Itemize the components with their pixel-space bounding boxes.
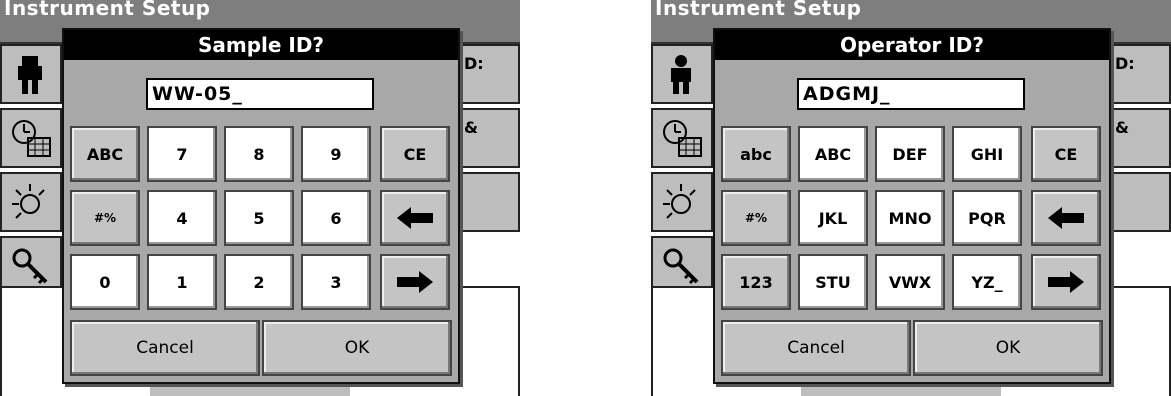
operator-id-screen: Instrument Setup D: & Operator ID? ADGMJ…: [651, 0, 1171, 396]
operator-id-input[interactable]: ADGMJ_: [797, 78, 1025, 110]
key-lowercase-mode[interactable]: abc: [721, 126, 791, 182]
setup-option-right-2[interactable]: &: [1111, 108, 1171, 168]
key-abc-mode[interactable]: ABC: [70, 126, 140, 182]
dialog-title: Operator ID?: [715, 30, 1109, 60]
key-def[interactable]: DEF: [875, 126, 945, 182]
setup-option-right-1[interactable]: D:: [460, 44, 520, 104]
key-9[interactable]: 9: [301, 126, 371, 182]
lamp-icon[interactable]: [0, 172, 62, 232]
operator-icon[interactable]: [651, 44, 713, 104]
setup-option-label: D:: [464, 54, 484, 73]
setup-option-label: &: [1115, 118, 1129, 137]
cursor-forward-button[interactable]: [380, 254, 450, 310]
key-0[interactable]: 0: [70, 254, 140, 310]
clock-calendar-icon[interactable]: [0, 108, 62, 168]
right-arrow-icon: [397, 271, 433, 293]
operator-icon[interactable]: [0, 44, 62, 104]
key-ghi[interactable]: GHI: [952, 126, 1022, 182]
setup-option-label: &: [464, 118, 478, 137]
key-8[interactable]: 8: [224, 126, 294, 182]
key-symbols-mode[interactable]: #%: [721, 190, 791, 246]
key-1[interactable]: 1: [147, 254, 217, 310]
key-pqr[interactable]: PQR: [952, 190, 1022, 246]
backspace-button[interactable]: [1031, 190, 1101, 246]
clear-entry-button[interactable]: CE: [1031, 126, 1101, 182]
setup-option-right-3[interactable]: [460, 172, 520, 232]
key-symbols-mode[interactable]: #%: [70, 190, 140, 246]
key-numeric-mode[interactable]: 123: [721, 254, 791, 310]
key-5[interactable]: 5: [224, 190, 294, 246]
instrument-setup-title: Instrument Setup: [4, 0, 211, 20]
clock-calendar-icon[interactable]: [651, 108, 713, 168]
right-arrow-icon: [1048, 271, 1084, 293]
dialog-title: Sample ID?: [64, 30, 458, 60]
ok-button[interactable]: OK: [262, 320, 452, 376]
cancel-button[interactable]: Cancel: [70, 320, 260, 376]
key-jkl[interactable]: JKL: [798, 190, 868, 246]
key-2[interactable]: 2: [224, 254, 294, 310]
lamp-icon[interactable]: [651, 172, 713, 232]
key-vwx[interactable]: VWX: [875, 254, 945, 310]
sample-id-dialog: Sample ID? WW-05_ ABC 7 8 9 CE #% 4 5 6 …: [62, 28, 460, 384]
key-stu[interactable]: STU: [798, 254, 868, 310]
instrument-setup-title: Instrument Setup: [655, 0, 862, 20]
operator-id-dialog: Operator ID? ADGMJ_ abc ABC DEF GHI CE #…: [713, 28, 1111, 384]
cursor-forward-button[interactable]: [1031, 254, 1101, 310]
key-abc[interactable]: ABC: [798, 126, 868, 182]
key-4[interactable]: 4: [147, 190, 217, 246]
key-mno[interactable]: MNO: [875, 190, 945, 246]
ok-button[interactable]: OK: [913, 320, 1103, 376]
key-yz[interactable]: YZ_: [952, 254, 1022, 310]
cancel-button[interactable]: Cancel: [721, 320, 911, 376]
setup-option-right-1[interactable]: D:: [1111, 44, 1171, 104]
setup-option-right-3[interactable]: [1111, 172, 1171, 232]
sample-id-screen: Instrument Setup D: & Sample ID? WW-05_ …: [0, 0, 520, 396]
sample-id-input[interactable]: WW-05_: [146, 78, 374, 110]
key-6[interactable]: 6: [301, 190, 371, 246]
left-arrow-icon: [397, 207, 433, 229]
clear-entry-button[interactable]: CE: [380, 126, 450, 182]
key-3[interactable]: 3: [301, 254, 371, 310]
setup-option-right-2[interactable]: &: [460, 108, 520, 168]
backspace-button[interactable]: [380, 190, 450, 246]
left-arrow-icon: [1048, 207, 1084, 229]
setup-option-label: D:: [1115, 54, 1135, 73]
key-7[interactable]: 7: [147, 126, 217, 182]
